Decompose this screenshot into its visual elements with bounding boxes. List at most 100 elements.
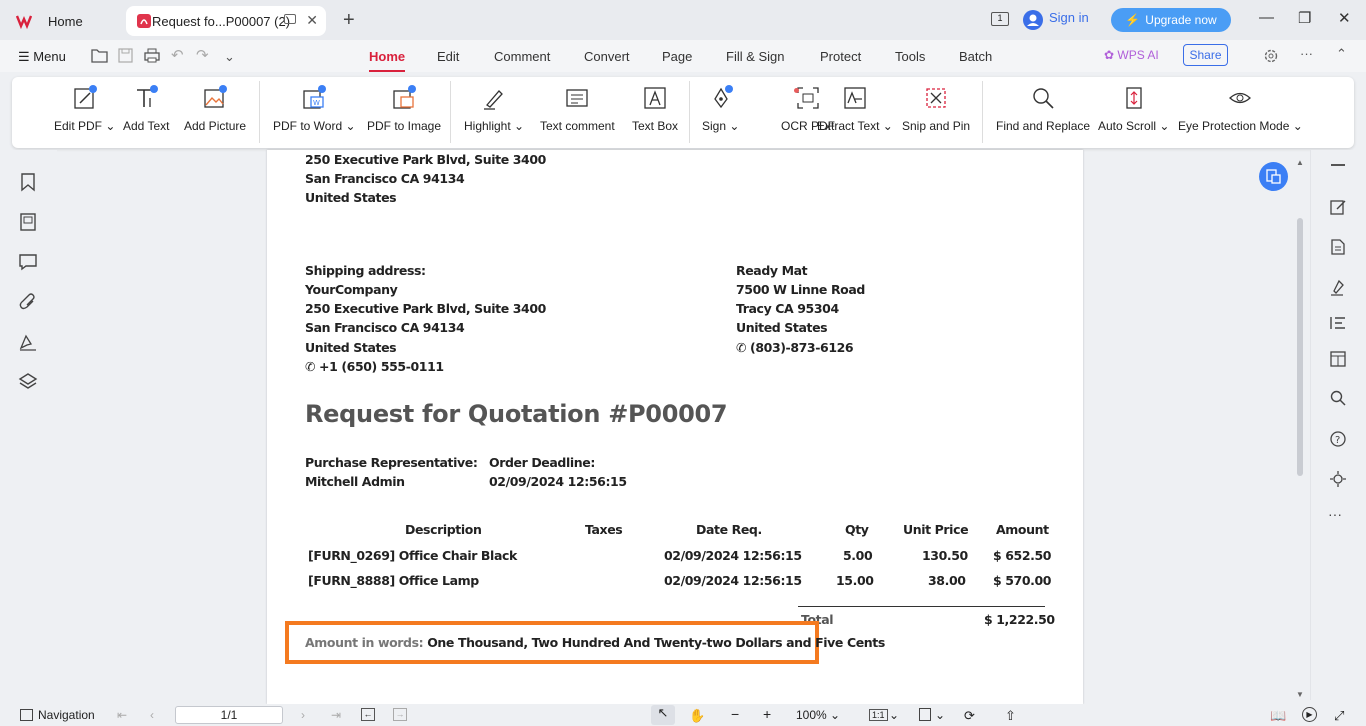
sign-in-link[interactable]: Sign in xyxy=(1049,10,1089,25)
redo-icon[interactable]: ↷ xyxy=(196,46,209,64)
pdf-to-image-button[interactable]: PDF to Image xyxy=(367,85,441,133)
sign-pen-icon[interactable] xyxy=(1329,278,1347,296)
sign-button[interactable]: Sign ⌄ xyxy=(702,85,739,133)
collapse-panel-icon[interactable] xyxy=(1331,164,1345,166)
tab-home-ribbon[interactable]: Home xyxy=(369,49,406,72)
tab-convert[interactable]: Convert xyxy=(584,49,630,64)
back-view-icon[interactable]: ← xyxy=(361,708,375,721)
share-button[interactable]: Share xyxy=(1183,44,1228,66)
tab-fill-sign[interactable]: Fill & Sign xyxy=(726,49,785,64)
first-page-icon[interactable]: ⇤ xyxy=(117,708,127,722)
ai-assistant-icon[interactable] xyxy=(1329,470,1347,488)
fullscreen-icon[interactable]: ⤢ xyxy=(1334,708,1344,724)
comment-icon[interactable] xyxy=(18,252,38,272)
more-tools-icon[interactable]: ··· xyxy=(1328,506,1342,522)
snip-and-pin-button[interactable]: Snip and Pin xyxy=(902,85,970,133)
bolt-icon: ⚡ xyxy=(1125,13,1141,27)
zoom-in-icon[interactable]: + xyxy=(763,706,771,722)
forward-view-icon[interactable]: → xyxy=(393,708,407,721)
rotate-icon[interactable]: ⟳ xyxy=(964,708,975,724)
next-page-icon[interactable]: › xyxy=(301,708,305,722)
ribbon-toolbar: Edit PDF ⌄ Add Text Add Picture W PDF to… xyxy=(12,77,1354,148)
pen-nib-icon xyxy=(713,85,733,109)
wps-logo-icon xyxy=(16,15,32,29)
wps-ai-button[interactable]: ✿ WPS AI xyxy=(1104,48,1159,62)
tab-document[interactable]: Request fo...P00007 (2) ✕ xyxy=(126,6,326,36)
tab-page[interactable]: Page xyxy=(662,49,692,64)
restore-button[interactable]: ❐ xyxy=(1298,9,1311,27)
edit-pdf-button[interactable]: Edit PDF ⌄ xyxy=(54,85,115,133)
minimize-button[interactable]: — xyxy=(1259,9,1274,26)
hand-tool-icon[interactable]: ✋ xyxy=(689,708,705,724)
highlight-button[interactable]: Highlight ⌄ xyxy=(464,85,524,133)
align-icon[interactable] xyxy=(1329,314,1347,332)
page-count-icon[interactable]: 1 xyxy=(991,12,1009,26)
more-options-icon[interactable]: ··· xyxy=(1300,46,1313,61)
page-layout-chevron-icon[interactable]: ⌄ xyxy=(935,708,945,722)
attachment-icon[interactable] xyxy=(18,292,38,312)
close-window-button[interactable]: ✕ xyxy=(1338,9,1351,27)
reading-mode-icon[interactable]: 📖 xyxy=(1270,708,1286,724)
table-cell-description: [FURN_8888] Office Lamp xyxy=(308,573,479,588)
print-icon[interactable] xyxy=(144,48,160,63)
tab-preview-icon[interactable] xyxy=(284,14,296,24)
compare-icon[interactable] xyxy=(1329,350,1347,368)
menu-button[interactable]: ☰ Menu xyxy=(18,49,66,65)
save-icon[interactable] xyxy=(118,48,133,63)
layers-icon[interactable] xyxy=(18,372,38,392)
tab-comment[interactable]: Comment xyxy=(494,49,550,64)
quick-access-chevron-icon[interactable]: ⌄ xyxy=(224,49,235,65)
pdf-to-word-button[interactable]: W PDF to Word ⌄ xyxy=(273,85,356,133)
collapse-ribbon-icon[interactable]: ⌃ xyxy=(1336,46,1347,62)
tab-batch[interactable]: Batch xyxy=(959,49,992,64)
open-folder-icon[interactable] xyxy=(91,48,108,63)
tab-close-icon[interactable]: ✕ xyxy=(306,12,318,29)
tab-home[interactable]: Home xyxy=(6,6,120,36)
bookmark-icon[interactable] xyxy=(18,172,38,192)
page-layout-icon[interactable] xyxy=(919,708,931,721)
document-export-icon[interactable] xyxy=(1329,238,1347,256)
tab-edit[interactable]: Edit xyxy=(437,49,459,64)
upload-icon[interactable]: ⇧ xyxy=(1005,708,1016,724)
play-icon[interactable]: ▶ xyxy=(1302,707,1317,722)
upgrade-button[interactable]: ⚡ Upgrade now xyxy=(1111,8,1231,32)
extract-text-button[interactable]: Extract Text ⌄ xyxy=(817,85,893,133)
navigation-panel-icon[interactable] xyxy=(20,709,33,721)
search-panel-icon[interactable] xyxy=(1329,389,1347,407)
edit-note-icon[interactable] xyxy=(1329,198,1347,216)
settings-gear-icon[interactable] xyxy=(1263,48,1279,64)
text-comment-button[interactable]: Text comment xyxy=(540,85,615,133)
signature-icon[interactable] xyxy=(18,332,38,352)
find-and-replace-button[interactable]: Find and Replace xyxy=(996,85,1090,133)
tab-tools[interactable]: Tools xyxy=(895,49,925,64)
actual-size-chevron-icon[interactable]: ⌄ xyxy=(889,708,899,722)
text-box-button[interactable]: Text Box xyxy=(632,85,678,133)
select-tool-icon[interactable]: ↖ xyxy=(651,705,675,725)
vertical-scrollbar[interactable]: ▲ ▼ xyxy=(1296,158,1304,699)
eye-protection-button[interactable]: Eye Protection Mode ⌄ xyxy=(1178,85,1303,133)
add-text-label: Add Text xyxy=(123,119,170,133)
navigation-label[interactable]: Navigation xyxy=(38,708,95,722)
new-tab-button[interactable]: + xyxy=(343,9,355,32)
add-text-button[interactable]: Add Text xyxy=(123,85,169,133)
scroll-up-arrow-icon[interactable]: ▲ xyxy=(1296,158,1304,167)
help-icon[interactable]: ? xyxy=(1329,430,1347,448)
vendor-address-line: 250 Executive Park Blvd, Suite 3400 xyxy=(305,152,546,167)
undo-icon[interactable]: ↶ xyxy=(171,46,184,64)
add-picture-button[interactable]: Add Picture xyxy=(184,85,246,133)
wps-ai-label: WPS AI xyxy=(1117,48,1159,62)
right-sidebar: ? ··· xyxy=(1310,150,1366,700)
tab-protect[interactable]: Protect xyxy=(820,49,861,64)
auto-scroll-button[interactable]: Auto Scroll ⌄ xyxy=(1098,85,1169,133)
user-avatar-icon[interactable] xyxy=(1023,10,1043,30)
actual-size-icon[interactable]: 1:1 xyxy=(869,709,888,721)
scroll-down-arrow-icon[interactable]: ▼ xyxy=(1296,690,1304,699)
last-page-icon[interactable]: ⇥ xyxy=(331,708,341,722)
zoom-level[interactable]: 100% ⌄ xyxy=(796,708,840,722)
prev-page-icon[interactable]: ‹ xyxy=(150,708,154,722)
page-number-input[interactable]: 1/1 xyxy=(175,706,283,724)
zoom-out-icon[interactable]: − xyxy=(731,706,739,722)
scrollbar-thumb[interactable] xyxy=(1297,218,1303,476)
floating-convert-button[interactable] xyxy=(1259,162,1288,191)
thumbnail-icon[interactable] xyxy=(18,212,38,232)
